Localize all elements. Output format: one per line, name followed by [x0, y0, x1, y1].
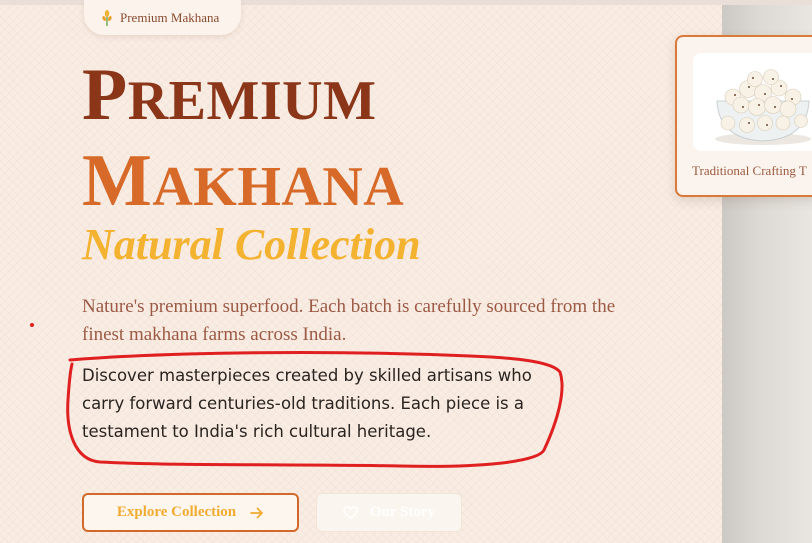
product-image: [693, 53, 812, 151]
product-card[interactable]: Traditional Crafting T: [675, 35, 812, 197]
title-line2-cap: M: [82, 140, 153, 222]
hero-description: Nature's premium superfood. Each batch i…: [82, 296, 616, 345]
our-story-label: Our Story: [369, 504, 436, 520]
card-caption: Traditional Crafting T: [692, 163, 807, 178]
premium-badge: Premium Makhana: [84, 0, 241, 35]
annotation-dot: [30, 323, 34, 327]
page-title-line1: PREMIUM: [82, 58, 376, 132]
heart-icon: [343, 506, 358, 519]
explore-collection-label: Explore Collection: [116, 504, 237, 520]
arrow-right-icon: [250, 507, 264, 518]
title-line1-cap: P: [82, 54, 128, 136]
title-line1-rest: REMIUM: [127, 70, 377, 132]
wheat-icon: [102, 9, 112, 26]
makhana-bowl-image: [715, 69, 811, 145]
page-title-line2: MAKHANA: [82, 144, 404, 218]
explore-collection-button[interactable]: Explore Collection: [82, 493, 299, 532]
our-story-button[interactable]: Our Story: [316, 493, 462, 532]
badge-label: Premium Makhana: [120, 9, 220, 25]
title-line2-rest: AKHANA: [152, 156, 405, 218]
hero-subtitle: Natural Collection: [82, 220, 421, 269]
hero-description-secondary: Discover masterpieces created by skilled…: [82, 366, 532, 441]
